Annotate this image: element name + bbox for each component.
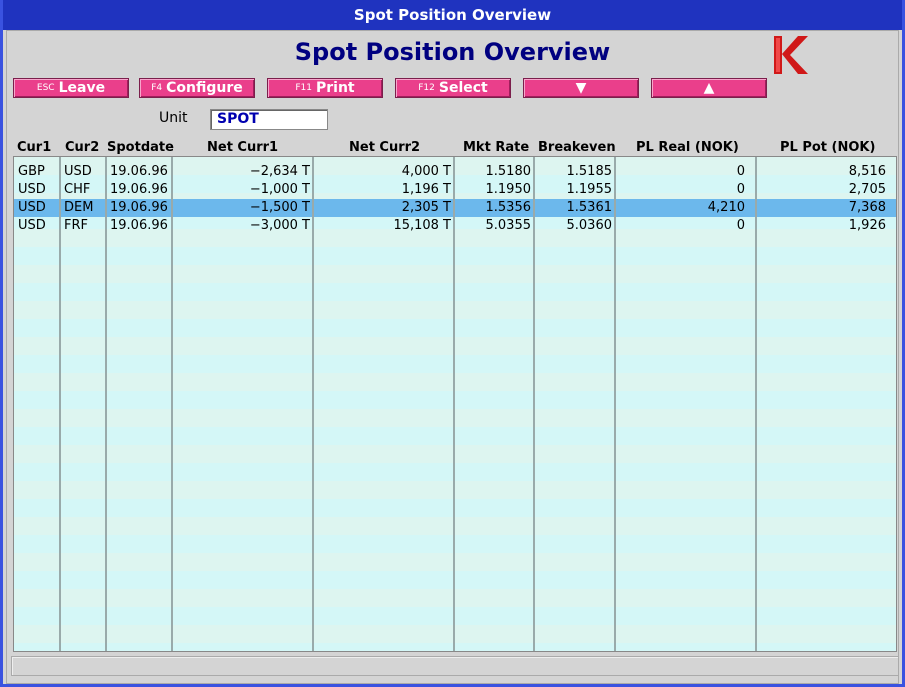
header-pl-real[interactable]: PL Real (NOK) [636, 140, 739, 155]
cell-net-curr1: −1,000 T [249, 182, 310, 197]
cell-pl-pot: 8,516 [848, 164, 886, 179]
cell-breakeven: 1.5185 [566, 164, 613, 179]
column-divider [614, 157, 616, 651]
print-label: Print [316, 80, 355, 96]
cell-cur1: USD [18, 200, 46, 215]
cell-pl-pot: 1,926 [848, 218, 886, 233]
header-mkt-rate[interactable]: Mkt Rate [463, 140, 529, 155]
cell-pl-real: 4,210 [707, 200, 745, 215]
cell-spotdate: 19.06.96 [110, 182, 168, 197]
cell-pl-real: 0 [736, 164, 745, 179]
unit-input[interactable]: SPOT [210, 109, 328, 130]
leave-key-hint: ESC [36, 83, 55, 93]
cell-pl-real: 0 [736, 218, 745, 233]
configure-key-hint: F4 [151, 83, 163, 93]
cell-cur2: CHF [64, 182, 91, 197]
header-breakeven[interactable]: Breakeven [538, 140, 616, 155]
leave-button[interactable]: ESC Leave [13, 78, 129, 98]
cell-net-curr1: −1,500 T [249, 200, 310, 215]
cell-spotdate: 19.06.96 [110, 218, 168, 233]
header-cur2[interactable]: Cur2 [65, 140, 99, 155]
status-bar [11, 656, 899, 676]
table-row[interactable]: GBP USD 19.06.96 −2,634 T 4,000 T 1.5180 1.518… [14, 163, 896, 181]
cell-breakeven: 5.0360 [566, 218, 613, 233]
print-button[interactable]: F11 Print [267, 78, 383, 98]
cell-cur1: GBP [18, 164, 45, 179]
positions-table: GBP USD 19.06.96 −2,634 T 4,000 T 1.5180 1.518… [13, 156, 897, 652]
cell-cur2: USD [64, 164, 92, 179]
cell-spotdate: 19.06.96 [110, 164, 168, 179]
cell-pl-pot: 2,705 [848, 182, 886, 197]
cell-net-curr1: −2,634 T [249, 164, 310, 179]
cell-breakeven: 1.5361 [566, 200, 613, 215]
cell-mkt-rate: 5.0355 [485, 218, 532, 233]
k-logo-icon [774, 36, 808, 74]
cell-cur2: DEM [64, 200, 94, 215]
cell-net-curr1: −3,000 T [249, 218, 310, 233]
table-row[interactable]: USD FRF 19.06.96 −3,000 T 15,108 T 5.0355 5.03… [14, 217, 896, 235]
header-spotdate[interactable]: Spotdate [107, 140, 174, 155]
header-pl-pot[interactable]: PL Pot (NOK) [780, 140, 875, 155]
select-key-hint: F12 [418, 83, 435, 93]
down-arrow-icon: ▼ [575, 80, 587, 96]
header-net-curr1[interactable]: Net Curr1 [207, 140, 278, 155]
scroll-down-button[interactable]: ▼ [523, 78, 639, 98]
cell-net-curr2: 15,108 T [393, 218, 451, 233]
table-row[interactable]: USD CHF 19.06.96 −1,000 T 1,196 T 1.1950 1.195… [14, 181, 896, 199]
column-divider [59, 157, 61, 651]
configure-button[interactable]: F4 Configure [139, 78, 255, 98]
main-window: Spot Position Overview Spot Position Ove… [0, 0, 905, 687]
cell-cur1: USD [18, 182, 46, 197]
cell-mkt-rate: 1.5356 [485, 200, 532, 215]
header-cur1[interactable]: Cur1 [17, 140, 51, 155]
unit-label: Unit [159, 110, 188, 126]
column-divider [533, 157, 535, 651]
cell-mkt-rate: 1.5180 [485, 164, 532, 179]
select-button[interactable]: F12 Select [395, 78, 511, 98]
cell-net-curr2: 2,305 T [401, 200, 451, 215]
column-divider [453, 157, 455, 651]
cell-pl-real: 0 [736, 182, 745, 197]
header-net-curr2[interactable]: Net Curr2 [349, 140, 420, 155]
column-divider [312, 157, 314, 651]
leave-label: Leave [58, 80, 106, 96]
cell-pl-pot: 7,368 [848, 200, 886, 215]
cell-mkt-rate: 1.1950 [485, 182, 532, 197]
window-titlebar: Spot Position Overview [3, 0, 902, 30]
column-divider [171, 157, 173, 651]
print-key-hint: F11 [295, 83, 312, 93]
table-row[interactable]: USD DEM 19.06.96 −1,500 T 2,305 T 1.5356 1.536… [14, 199, 896, 217]
cell-breakeven: 1.1955 [566, 182, 613, 197]
up-arrow-icon: ▲ [703, 80, 715, 96]
cell-net-curr2: 4,000 T [401, 164, 451, 179]
column-divider [755, 157, 757, 651]
configure-label: Configure [166, 80, 243, 96]
cell-spotdate: 19.06.96 [110, 200, 168, 215]
cell-net-curr2: 1,196 T [401, 182, 451, 197]
cell-cur2: FRF [64, 218, 88, 233]
scroll-up-button[interactable]: ▲ [651, 78, 767, 98]
select-label: Select [438, 80, 488, 96]
cell-cur1: USD [18, 218, 46, 233]
column-divider [105, 157, 107, 651]
